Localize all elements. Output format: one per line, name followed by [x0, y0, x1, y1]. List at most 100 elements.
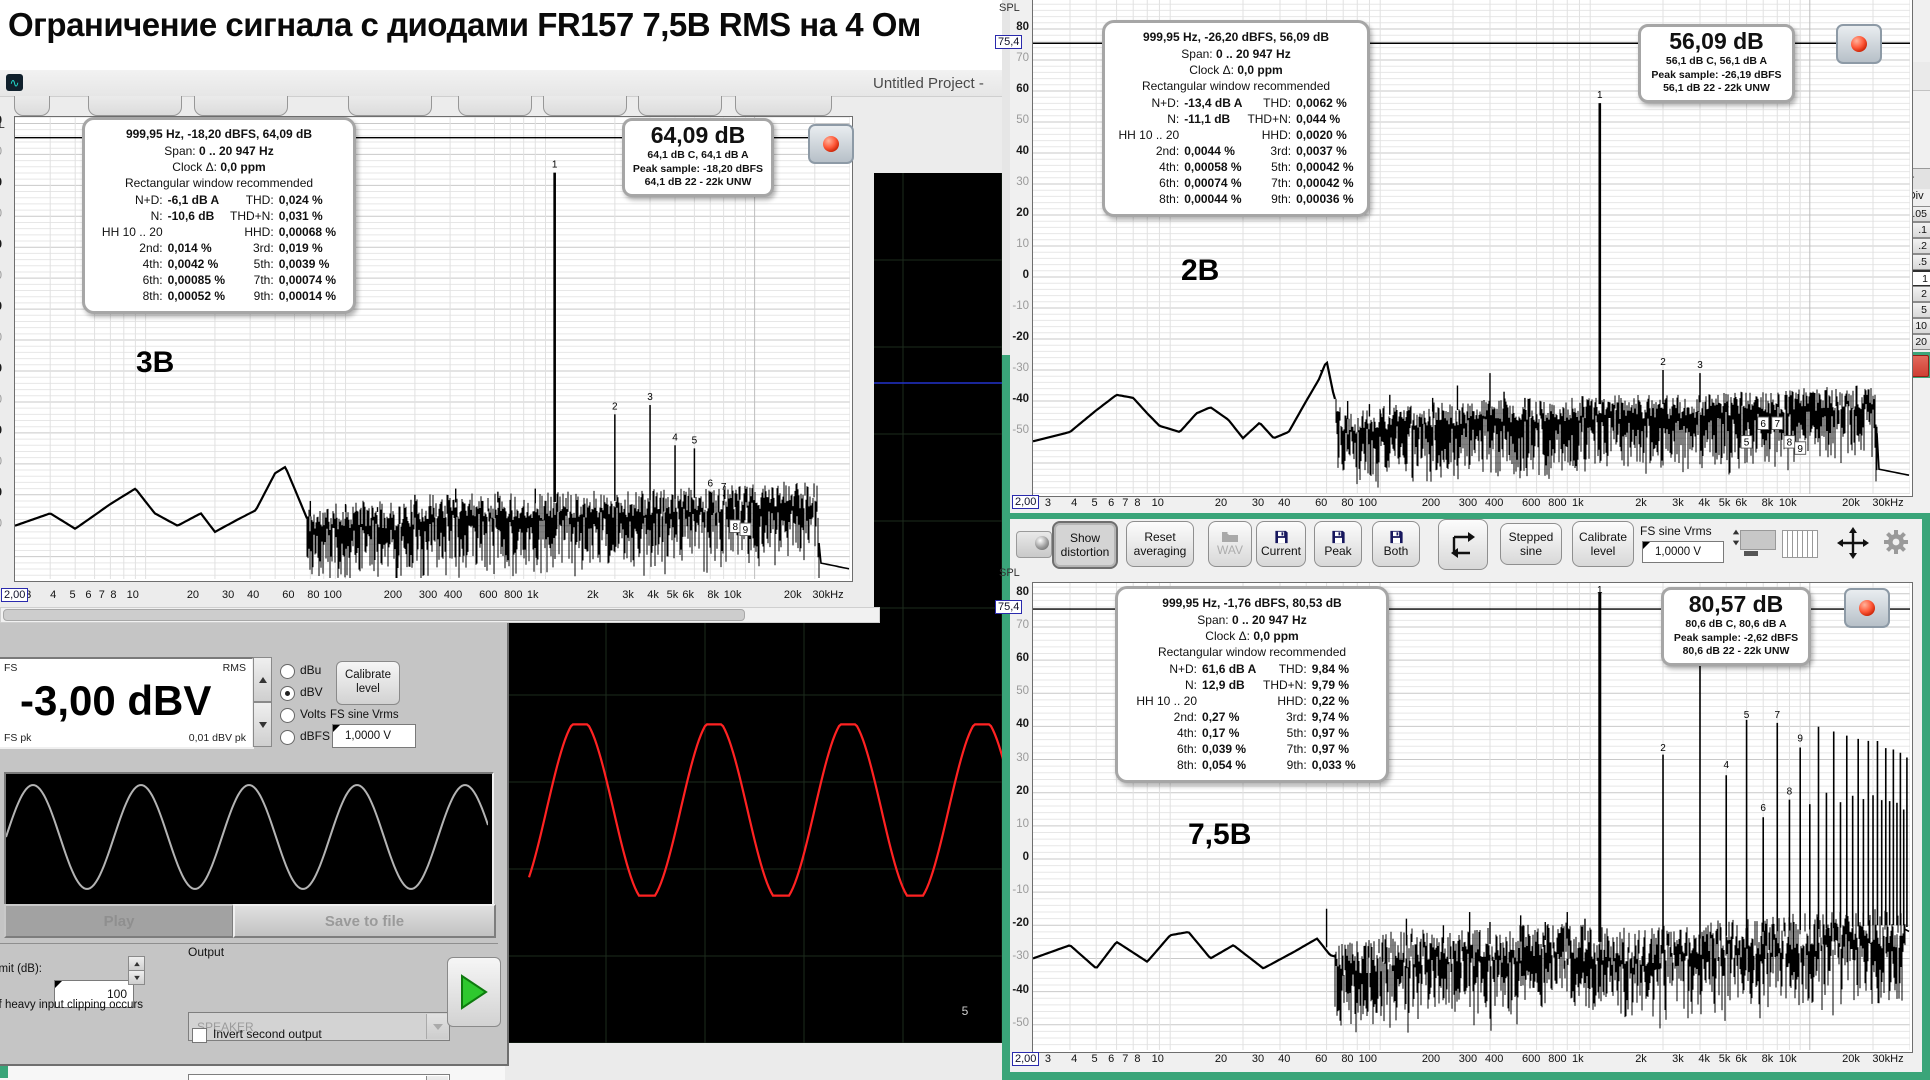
info-pair-label: 5th: — [230, 257, 274, 271]
camera-icon[interactable] — [1016, 531, 1052, 558]
loop-mode-button[interactable] — [1438, 519, 1488, 570]
svg-text:2: 2 — [1660, 743, 1666, 754]
info-pair-label: HH 10 .. 20 — [1136, 694, 1197, 708]
left-window-titlebar[interactable]: ∿ — [0, 70, 874, 97]
voltage-label-2v: 2В — [1181, 254, 1219, 288]
info-pair-value: 0,00014 % — [279, 289, 336, 303]
level-readout-line2: Peak sample: -18,20 dBFS — [629, 163, 767, 177]
y-tick-label: 60 — [998, 652, 1029, 664]
toolbar-stub-button[interactable] — [348, 96, 432, 116]
y-tick-label: -40 — [998, 393, 1029, 405]
reset-averaging-button[interactable]: Reset averaging — [1126, 521, 1194, 567]
save-current-button[interactable]: Current — [1256, 521, 1306, 567]
scroll-widget[interactable] — [1732, 528, 1776, 558]
green-frame-right — [1922, 519, 1930, 1072]
info-pair-value: 0,97 % — [1312, 742, 1368, 756]
toolbar-stub-button[interactable] — [88, 96, 182, 116]
app-icon: ∿ — [6, 74, 23, 91]
level-readout-box-75v: 80,57 dB80,6 dB C, 80,6 dB APeak sample:… — [1661, 587, 1811, 666]
stepped-sine-button[interactable]: Stepped sine — [1500, 523, 1562, 565]
y-tick-label: 30 — [0, 270, 2, 282]
invert-second-output-checkbox[interactable] — [192, 1028, 207, 1043]
level-down-button[interactable] — [253, 702, 272, 747]
bands-widget[interactable] — [1782, 530, 1818, 558]
info-span-line: Span: 0 .. 20 947 Hz — [1124, 613, 1380, 627]
toolbar-stub-button[interactable] — [735, 96, 832, 116]
x-tick-label: 1k — [511, 589, 555, 601]
info-span-line: Span: 0 .. 20 947 Hz — [91, 144, 347, 158]
level-readout-box-2v: 56,09 dB56,1 dB C, 56,1 dB APeak sample:… — [1638, 24, 1795, 103]
h-scrollbar-thumb[interactable] — [3, 609, 745, 621]
play-button[interactable]: Play — [4, 904, 234, 938]
svg-text:5: 5 — [1744, 438, 1750, 449]
show-distortion-button[interactable]: Show distortion — [1052, 521, 1118, 569]
y-tick-label: 20 — [0, 301, 2, 313]
info-pair-value: 0,00074 % — [279, 273, 336, 287]
settings-gear-icon[interactable] — [1882, 528, 1910, 556]
x-tick-label: 30kHz — [1866, 497, 1910, 509]
fs-sine-vrms-input[interactable]: 1,0000 V — [332, 724, 416, 748]
camera-lens-icon — [1035, 536, 1049, 550]
record-button-2v[interactable] — [1836, 24, 1882, 64]
level-display-fspk-tag: FS pk — [4, 732, 31, 744]
calibrate-level-button[interactable]: Calibrate level — [1572, 521, 1634, 567]
spl-axis-label: SPL — [0, 119, 5, 131]
svg-text:9: 9 — [1797, 444, 1803, 455]
freq-cursor-box[interactable]: 2,00 — [1012, 1052, 1039, 1066]
info-pair-value: 0,031 % — [279, 209, 336, 223]
level-readout-line3: 80,6 dB 22 - 22k UNW — [1668, 645, 1804, 659]
info-pair-label: 4th: — [1136, 726, 1197, 740]
svg-text:3: 3 — [1697, 360, 1703, 371]
save-peak-button[interactable]: Peak — [1314, 521, 1362, 567]
toolbar-stub-button[interactable] — [14, 96, 50, 116]
y-tick-label: -50 — [998, 1017, 1029, 1029]
play-triangle-icon — [459, 974, 489, 1010]
info-pair-value — [168, 225, 225, 239]
record-button-3v[interactable] — [808, 124, 854, 164]
toolbar-stub-button[interactable] — [194, 96, 288, 116]
level-cursor-box[interactable]: 75,4 — [995, 600, 1022, 614]
info-pair-label: 5th: — [1247, 160, 1291, 174]
radio-dbfs[interactable] — [280, 730, 295, 745]
svg-text:6: 6 — [1760, 419, 1766, 430]
generator-start-button[interactable] — [447, 957, 501, 1027]
save-wav-button[interactable]: WAV — [1208, 521, 1252, 567]
save-both-button[interactable]: Both — [1372, 521, 1420, 567]
level-up-button[interactable] — [253, 657, 272, 702]
toolbar-stub-button[interactable] — [638, 96, 722, 116]
record-button-75v[interactable] — [1844, 588, 1890, 628]
info-pair-label: 6th: — [1136, 742, 1197, 756]
radio-volts[interactable] — [280, 708, 295, 723]
limit-down-button[interactable] — [128, 970, 145, 985]
limit-up-button[interactable] — [128, 956, 145, 971]
level-cursor-box[interactable]: 75,4 — [995, 35, 1022, 49]
info-harmonics-grid: N+D:-13,4 dB ATHD:0,0062 %N:-11,1 dBTHD+… — [1111, 96, 1361, 206]
info-pair-label: 2nd: — [102, 241, 163, 255]
fs-sine-vrms-input[interactable]: 1,0000 V — [1642, 541, 1724, 563]
info-pair-label: HHD: — [1263, 694, 1307, 708]
radio-dbu[interactable] — [280, 664, 295, 679]
pan-arrows-widget[interactable] — [1830, 527, 1876, 559]
output-channel-select[interactable]: L — [188, 1074, 450, 1080]
show-distortion-label: Show distortion — [1054, 531, 1116, 560]
freq-cursor-box[interactable]: 2,00 — [1012, 495, 1039, 509]
info-pair-value: 0,00085 % — [168, 273, 225, 287]
left-window-toolbar — [0, 96, 874, 118]
reset-averaging-label: Reset averaging — [1127, 530, 1193, 559]
y-tick-label: 10 — [998, 818, 1029, 830]
info-pair-label: HH 10 .. 20 — [102, 225, 163, 239]
freq-cursor-box[interactable]: 2,00 — [1, 588, 28, 602]
save-to-file-button[interactable]: Save to file — [233, 904, 496, 938]
toolbar-stub-button[interactable] — [458, 96, 532, 116]
y-tick-label: -40 — [0, 487, 2, 499]
svg-text:2: 2 — [612, 401, 618, 412]
info-pair-label: THD: — [1247, 96, 1291, 110]
calibrate-level-button[interactable]: Calibrate level — [336, 661, 400, 705]
svg-text:7: 7 — [721, 482, 727, 493]
info-pair-value: 0,033 % — [1312, 758, 1368, 772]
toolbar-stub-button[interactable] — [543, 96, 627, 116]
radio-dbv[interactable] — [280, 686, 295, 701]
clipping-note: if heavy input clipping occurs — [0, 999, 143, 1011]
x-tick-label: 1k — [1556, 1053, 1600, 1065]
y-tick-label: 0 — [998, 269, 1029, 281]
